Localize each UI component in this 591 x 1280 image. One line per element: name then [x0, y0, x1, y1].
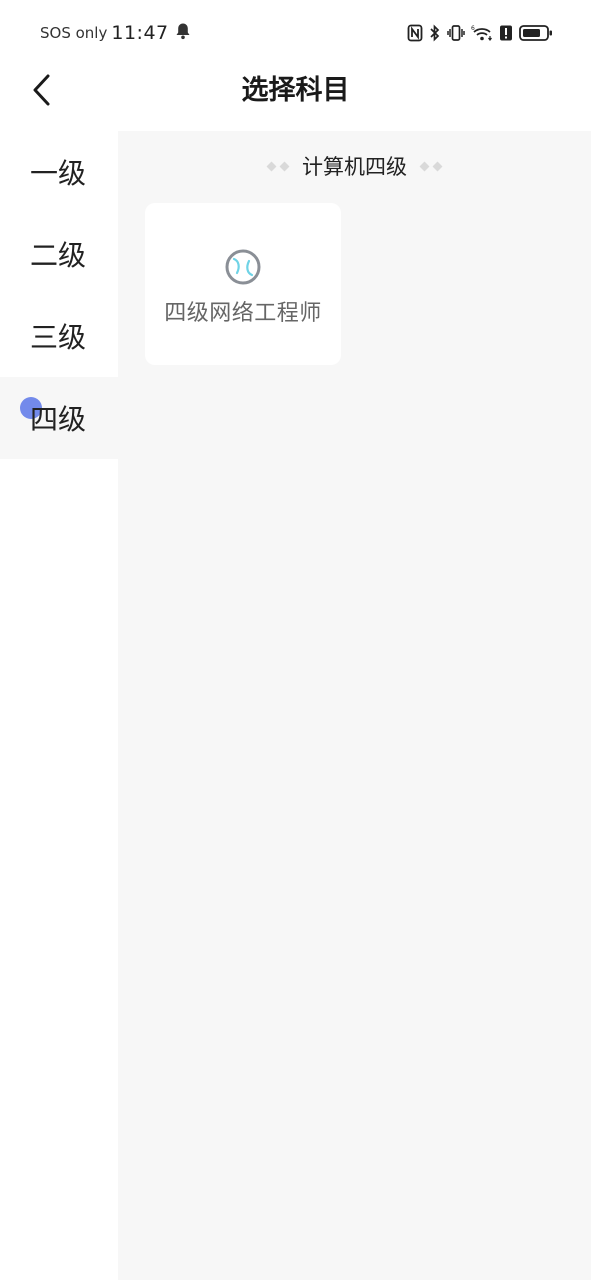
carrier-text: SOS only — [40, 24, 108, 42]
diamond-icon — [279, 161, 290, 171]
vibrate-icon — [447, 24, 465, 42]
sidebar-item-label: 三级 — [29, 321, 86, 354]
subject-label: 四级网络工程师 — [164, 301, 322, 326]
page-title: 选择科目 — [241, 75, 350, 106]
status-bar: SOS only 11:47 6 — [0, 0, 591, 64]
subject-card[interactable]: 四级网络工程师 — [145, 203, 341, 365]
app-header: 选择科目 — [0, 64, 591, 130]
diamond-icon — [432, 161, 443, 171]
sidebar-item-level-2[interactable]: 二级 — [0, 213, 118, 295]
decor-diamonds-right — [419, 161, 443, 171]
wifi-icon: 6 — [471, 24, 493, 42]
decor-diamonds-left — [266, 161, 290, 171]
level-sidebar: 一级 二级 三级 四级 — [0, 131, 118, 1280]
subject-content: 计算机四级 四级网络工程师 — [118, 131, 591, 1280]
sidebar-item-level-3[interactable]: 三级 — [0, 295, 118, 377]
clock-text: 11:47 — [111, 22, 169, 44]
sidebar-item-label: 二级 — [29, 239, 86, 272]
screen: SOS only 11:47 6 选择科目 一级 二级 三级 四级 计算机四级 … — [0, 0, 591, 1280]
diamond-icon — [419, 161, 430, 171]
sidebar-item-label: 一级 — [29, 157, 86, 190]
bell-icon — [175, 22, 191, 44]
sidebar-item-level-4[interactable]: 四级 — [0, 377, 118, 459]
status-left: SOS only 11:47 — [40, 20, 191, 46]
diamond-icon — [266, 161, 277, 171]
sidebar-item-label: 四级 — [29, 403, 86, 436]
nfc-icon — [407, 24, 423, 42]
section-header: 计算机四级 — [118, 151, 591, 181]
baseball-icon — [225, 249, 261, 285]
bluetooth-icon — [429, 24, 441, 42]
status-right: 6 — [407, 22, 553, 44]
battery-icon — [519, 24, 553, 42]
section-title: 计算机四级 — [302, 155, 407, 179]
alert-icon — [499, 24, 513, 42]
sidebar-item-level-1[interactable]: 一级 — [0, 131, 118, 213]
